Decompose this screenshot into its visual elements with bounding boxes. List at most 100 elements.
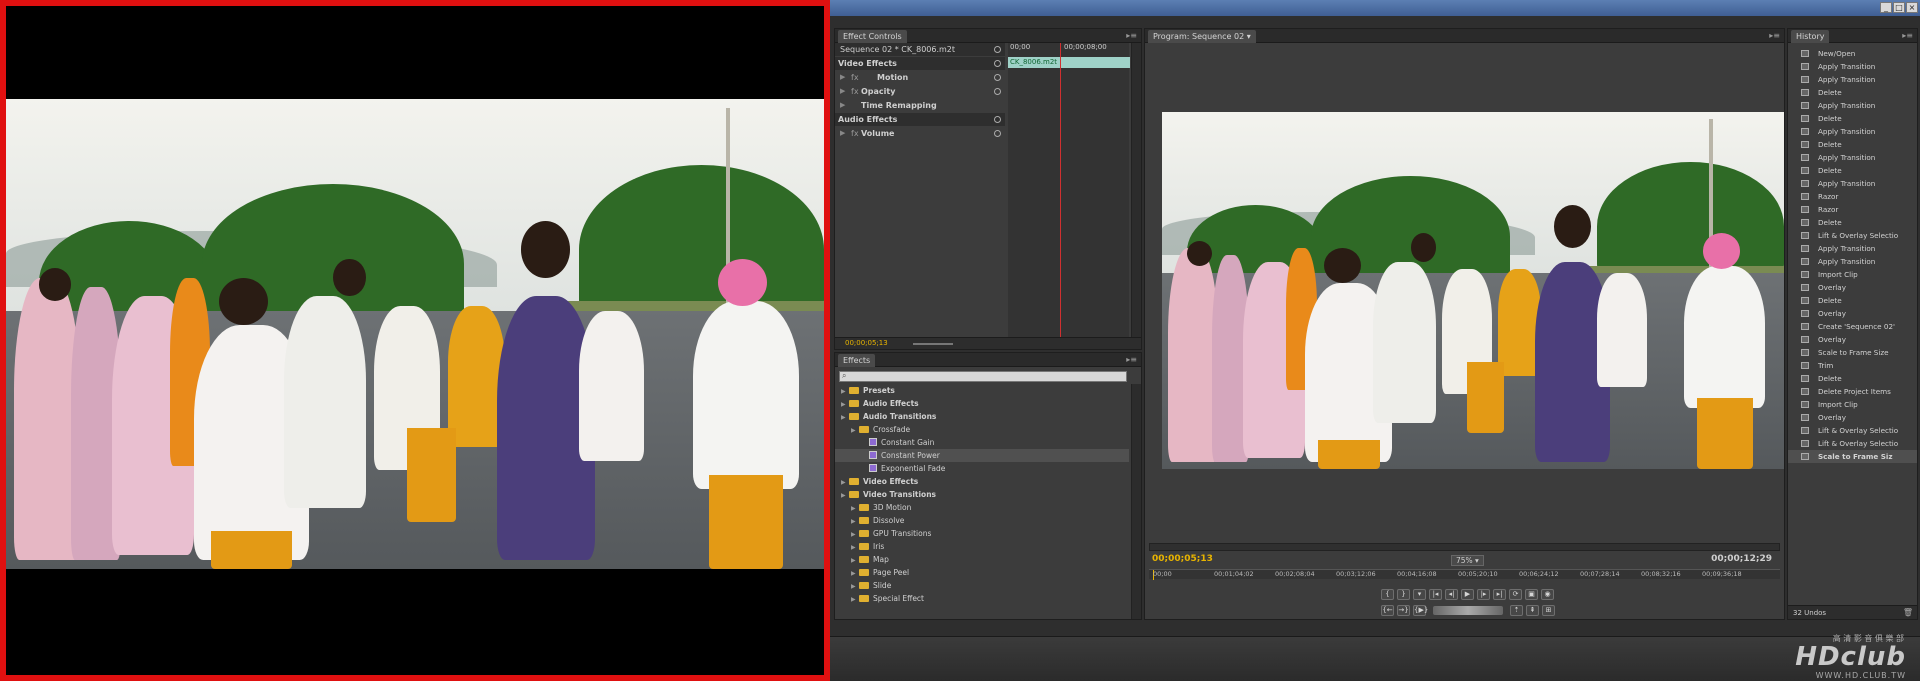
history-item[interactable]: Overlay: [1788, 411, 1917, 424]
history-item[interactable]: Lift & Overlay Selectio: [1788, 229, 1917, 242]
loop-button[interactable]: ⟳: [1509, 589, 1522, 600]
program-current-timecode[interactable]: 00;00;05;13: [1152, 554, 1213, 564]
tab-effect-controls[interactable]: Effect Controls: [838, 30, 907, 43]
effects-list-item[interactable]: Exponential Fade: [835, 462, 1129, 475]
effects-list-item[interactable]: ▶ Crossfade: [835, 423, 1129, 436]
play-in-to-out-button[interactable]: {▶}: [1413, 605, 1428, 616]
effects-list-item[interactable]: ▶ Dissolve: [835, 514, 1129, 527]
effects-list-item[interactable]: ▶ GPU Transitions: [835, 527, 1129, 540]
history-item[interactable]: Apply Transition: [1788, 242, 1917, 255]
history-item[interactable]: Razor: [1788, 190, 1917, 203]
zoom-select[interactable]: 75% ▾: [1451, 555, 1484, 566]
effects-list-item[interactable]: ▶ Video Effects: [835, 475, 1129, 488]
clip-bar[interactable]: CK_8006.m2t: [1008, 57, 1130, 68]
close-icon[interactable]: ×: [1906, 2, 1918, 13]
expand-toggle[interactable]: ▶: [851, 593, 859, 605]
ec-playhead[interactable]: [1060, 43, 1061, 341]
history-item[interactable]: Overlay: [1788, 333, 1917, 346]
tab-history[interactable]: History: [1791, 30, 1830, 43]
effects-list-item[interactable]: ▶ Presets: [835, 384, 1129, 397]
effects-list-item[interactable]: Constant Gain: [835, 436, 1129, 449]
motion-row[interactable]: ▶ fx Motion: [835, 71, 1005, 84]
volume-row[interactable]: ▶ fx Volume: [835, 127, 1005, 140]
history-item[interactable]: Delete: [1788, 372, 1917, 385]
history-item[interactable]: Apply Transition: [1788, 125, 1917, 138]
history-item[interactable]: Delete: [1788, 112, 1917, 125]
set-marker-button[interactable]: ▾: [1413, 589, 1426, 600]
effects-list-item[interactable]: Constant Power: [835, 449, 1129, 462]
trash-icon[interactable]: 🗑: [1903, 608, 1913, 617]
mark-in-button[interactable]: {: [1381, 589, 1394, 600]
history-item[interactable]: New/Open: [1788, 47, 1917, 60]
history-item[interactable]: Delete: [1788, 86, 1917, 99]
minimize-icon[interactable]: _: [1880, 2, 1892, 13]
history-item[interactable]: Apply Transition: [1788, 177, 1917, 190]
effects-list-item[interactable]: ▶ Special Effect: [835, 592, 1129, 605]
program-timeruler[interactable]: 00;00 00;01;04;02 00;02;08;04 00;03;12;06 00…: [1149, 569, 1780, 580]
time-remapping-row[interactable]: ▶ Time Remapping: [835, 99, 1005, 112]
history-item[interactable]: Import Clip: [1788, 268, 1917, 281]
mark-out-button[interactable]: }: [1397, 589, 1410, 600]
history-item[interactable]: Delete: [1788, 164, 1917, 177]
panel-menu-icon[interactable]: ▸≡: [1126, 355, 1137, 364]
history-item[interactable]: Apply Transition: [1788, 151, 1917, 164]
history-item[interactable]: Delete: [1788, 294, 1917, 307]
go-to-out-button[interactable]: ▸|: [1493, 589, 1506, 600]
effects-search-input[interactable]: ⌕: [839, 371, 1127, 382]
step-back-icon[interactable]: ◂|: [1445, 589, 1458, 600]
reset-icon[interactable]: [994, 88, 1001, 95]
panel-menu-icon[interactable]: ▸≡: [1902, 31, 1913, 40]
tab-program[interactable]: Program: Sequence 02 ▾: [1148, 30, 1256, 43]
step-forward-icon[interactable]: |▸: [1477, 589, 1490, 600]
effects-list-item[interactable]: ▶ Audio Transitions: [835, 410, 1129, 423]
ec-timecode[interactable]: 00;00;05;13: [845, 339, 888, 347]
effect-controls-timeline[interactable]: 00;00 00;00;08;00 CK_8006.m2t: [1008, 43, 1130, 349]
effects-list-item[interactable]: ▶ 3D Motion: [835, 501, 1129, 514]
reset-icon[interactable]: [994, 130, 1001, 137]
history-item[interactable]: Lift & Overlay Selectio: [1788, 424, 1917, 437]
reset-icon[interactable]: [994, 60, 1001, 67]
history-item[interactable]: Delete Project Items: [1788, 385, 1917, 398]
history-item[interactable]: Apply Transition: [1788, 60, 1917, 73]
panel-menu-icon[interactable]: ▸≡: [1769, 31, 1780, 40]
history-item[interactable]: Razor: [1788, 203, 1917, 216]
history-item[interactable]: Scale to Frame Size: [1788, 346, 1917, 359]
effects-scrollbar[interactable]: [1131, 384, 1141, 619]
safe-margins-button[interactable]: ▣: [1525, 589, 1538, 600]
play-icon[interactable]: ▶: [1461, 589, 1474, 600]
go-to-prev-edit-button[interactable]: {←: [1381, 605, 1394, 616]
history-item[interactable]: Create 'Sequence 02': [1788, 320, 1917, 333]
go-to-next-edit-button[interactable]: →}: [1397, 605, 1410, 616]
history-item[interactable]: Scale to Frame Siz: [1788, 450, 1917, 463]
effects-list-item[interactable]: ▶ Slide: [835, 579, 1129, 592]
ec-scrollbar[interactable]: [1131, 43, 1141, 349]
trim-monitor-button[interactable]: ⊞: [1542, 605, 1555, 616]
reset-icon[interactable]: [994, 46, 1001, 53]
history-item[interactable]: Delete: [1788, 138, 1917, 151]
reset-icon[interactable]: [994, 116, 1001, 123]
output-button[interactable]: ◉: [1541, 589, 1554, 600]
effects-list-item[interactable]: ▶ Page Peel: [835, 566, 1129, 579]
jog-shuttle[interactable]: [1433, 606, 1503, 615]
history-item[interactable]: Delete: [1788, 216, 1917, 229]
effects-list-item[interactable]: ▶ Iris: [835, 540, 1129, 553]
history-item[interactable]: Lift & Overlay Selectio: [1788, 437, 1917, 450]
extract-button[interactable]: ⇞: [1526, 605, 1539, 616]
history-item[interactable]: Import Clip: [1788, 398, 1917, 411]
lift-button[interactable]: ⇡: [1510, 605, 1523, 616]
reset-icon[interactable]: [994, 74, 1001, 81]
tab-effects[interactable]: Effects: [838, 354, 876, 367]
history-item[interactable]: Apply Transition: [1788, 73, 1917, 86]
panel-menu-icon[interactable]: ▸≡: [1126, 31, 1137, 40]
history-item[interactable]: Trim: [1788, 359, 1917, 372]
zoom-slider[interactable]: [913, 343, 953, 345]
history-item[interactable]: Apply Transition: [1788, 255, 1917, 268]
history-item[interactable]: Overlay: [1788, 307, 1917, 320]
effects-list-item[interactable]: ▶ Audio Effects: [835, 397, 1129, 410]
maximize-icon[interactable]: □: [1893, 2, 1905, 13]
program-scrollbar[interactable]: [1149, 543, 1780, 551]
opacity-row[interactable]: ▶ fx Opacity: [835, 85, 1005, 98]
history-item[interactable]: Apply Transition: [1788, 99, 1917, 112]
effects-list-item[interactable]: ▶ Map: [835, 553, 1129, 566]
effects-list-item[interactable]: ▶ Video Transitions: [835, 488, 1129, 501]
